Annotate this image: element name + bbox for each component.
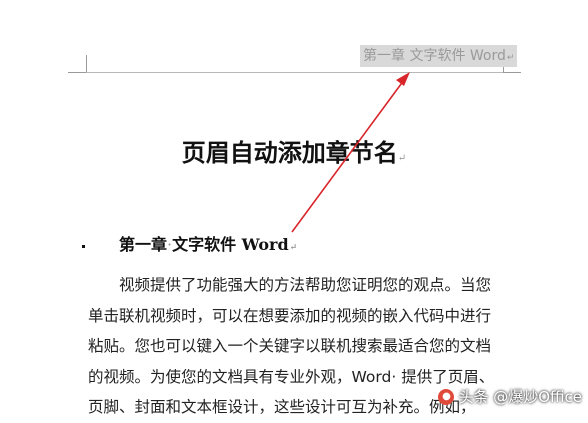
header-field-text: 第一章 文字软件 Word [363,48,506,64]
header-styleref-field[interactable]: 第一章 文字软件 Word↵ [360,45,518,67]
watermark: ● 头条 @爆炒Office [438,386,582,407]
document-page: 第一章 文字软件 Word↵ 页眉自动添加章节名↵ 第一章·文字软件 Word↵… [0,0,588,416]
heading1-part1: 第一章 [119,235,168,254]
heading1-chapter-one[interactable]: 第一章·文字软件 Word↵ [119,233,297,260]
header-rule [86,72,503,73]
heading1-paragraph-mark: ↵ [289,243,298,253]
toutiao-icon: ● [438,388,455,405]
header-paragraph-mark: ↵ [506,53,515,63]
heading1-part2: 文字软件 Word [172,235,289,254]
header-corner-mark-right-h [503,72,521,73]
body-line: 视频提供了功能强大的方法帮助您证明您的观点。当您 [88,276,492,294]
annotation-arrow-head [396,72,410,86]
heading-bullet-marker [82,245,85,248]
watermark-text: 头条 @爆炒Office [458,388,582,406]
header-corner-mark-left [84,55,87,73]
header-corner-mark-left-h [68,72,86,73]
document-title[interactable]: 页眉自动添加章节名↵ [0,137,588,175]
body-line: 单击联机视频时，可以在想要添加的视频的嵌入代码中进行 [88,306,492,325]
document-title-text: 页眉自动添加章节名 [181,138,398,167]
title-paragraph-mark: ↵ [397,153,407,164]
body-line: 粘贴。您也可以键入一个关键字以联机搜索最适合您的文档 [88,337,492,355]
